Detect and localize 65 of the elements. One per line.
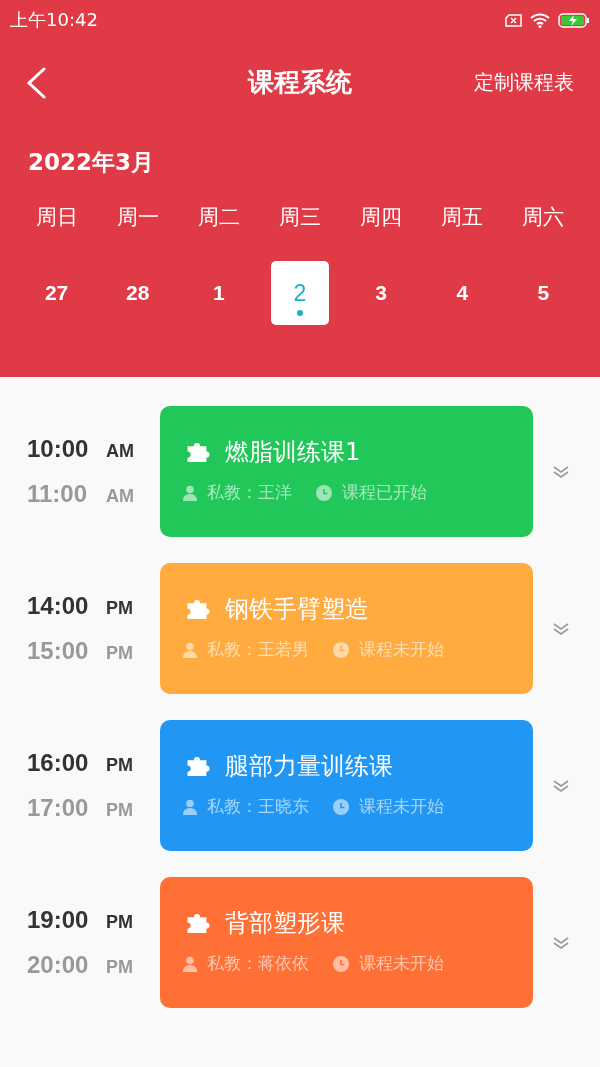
clock-icon bbox=[333, 641, 349, 658]
start-time: 16:00 bbox=[27, 749, 90, 777]
weekday-label: 周五 bbox=[441, 204, 484, 231]
person-icon bbox=[183, 798, 197, 815]
start-time: 14:00 bbox=[27, 592, 90, 620]
coach-label: 私教：王若男 bbox=[207, 638, 309, 661]
month-label: 2022年3月 bbox=[27, 148, 156, 177]
start-period: AM bbox=[106, 441, 134, 462]
start-time: 10:00 bbox=[27, 435, 90, 463]
weekday-label: 周日 bbox=[35, 204, 78, 231]
expand-icon[interactable] bbox=[552, 621, 570, 636]
date-button[interactable]: 5 bbox=[514, 261, 573, 325]
date-button[interactable]: 3 bbox=[352, 261, 411, 325]
person-icon bbox=[183, 484, 197, 501]
course-status: 课程未开始 bbox=[359, 638, 444, 661]
expand-icon[interactable] bbox=[552, 464, 570, 479]
person-icon bbox=[183, 955, 197, 972]
date-button[interactable]: 1 bbox=[189, 261, 248, 325]
weekday-label: 周三 bbox=[279, 204, 321, 231]
sim-icon bbox=[505, 13, 522, 27]
course-card[interactable]: 燃脂训练课1 私教：王洋 课程已开始 bbox=[160, 406, 533, 537]
weekday-label: 周六 bbox=[522, 204, 565, 231]
end-time: 11:00 bbox=[27, 480, 89, 508]
date-button[interactable]: 28 bbox=[108, 261, 167, 325]
course-status: 课程未开始 bbox=[359, 952, 444, 975]
clock-icon bbox=[316, 484, 332, 501]
end-period: PM bbox=[106, 643, 133, 664]
course-name: 燃脂训练课1 bbox=[225, 437, 361, 468]
customize-schedule-button[interactable]: 定制课程表 bbox=[474, 69, 574, 96]
end-time: 17:00 bbox=[27, 794, 90, 822]
start-period: PM bbox=[106, 912, 133, 933]
back-icon[interactable] bbox=[26, 66, 46, 99]
end-period: AM bbox=[106, 486, 134, 507]
course-card[interactable]: 腿部力量训练课 私教：王晓东 课程未开始 bbox=[160, 720, 533, 851]
course-card[interactable]: 背部塑形课 私教：蒋依依 课程未开始 bbox=[160, 877, 533, 1008]
end-period: PM bbox=[106, 800, 133, 821]
expand-icon[interactable] bbox=[552, 778, 570, 793]
coach-label: 私教：王洋 bbox=[207, 481, 292, 504]
date-button[interactable]: 4 bbox=[433, 261, 492, 325]
course-name: 腿部力量训练课 bbox=[225, 751, 393, 782]
status-time: 上午10:42 bbox=[10, 8, 98, 32]
start-period: PM bbox=[106, 598, 133, 619]
start-time: 19:00 bbox=[27, 906, 90, 934]
end-time: 20:00 bbox=[27, 951, 90, 979]
course-name: 钢铁手臂塑造 bbox=[225, 594, 369, 625]
course-status: 课程未开始 bbox=[359, 795, 444, 818]
course-status: 课程已开始 bbox=[342, 481, 427, 504]
weekday-label: 周四 bbox=[360, 204, 403, 231]
wifi-icon bbox=[530, 12, 550, 28]
coach-label: 私教：王晓东 bbox=[207, 795, 309, 818]
end-period: PM bbox=[106, 957, 133, 978]
coach-label: 私教：蒋依依 bbox=[207, 952, 309, 975]
person-icon bbox=[183, 641, 197, 658]
start-period: PM bbox=[106, 755, 133, 776]
battery-icon bbox=[558, 12, 590, 28]
date-button[interactable]: 27 bbox=[27, 261, 86, 325]
clock-icon bbox=[333, 798, 349, 815]
weekday-label: 周一 bbox=[116, 204, 159, 231]
date-button[interactable]: 2 bbox=[271, 261, 329, 325]
clock-icon bbox=[333, 955, 349, 972]
expand-icon[interactable] bbox=[552, 935, 570, 950]
page-title: 课程系统 bbox=[248, 66, 352, 99]
course-name: 背部塑形课 bbox=[225, 908, 345, 939]
weekday-label: 周二 bbox=[197, 204, 240, 231]
end-time: 15:00 bbox=[27, 637, 90, 665]
